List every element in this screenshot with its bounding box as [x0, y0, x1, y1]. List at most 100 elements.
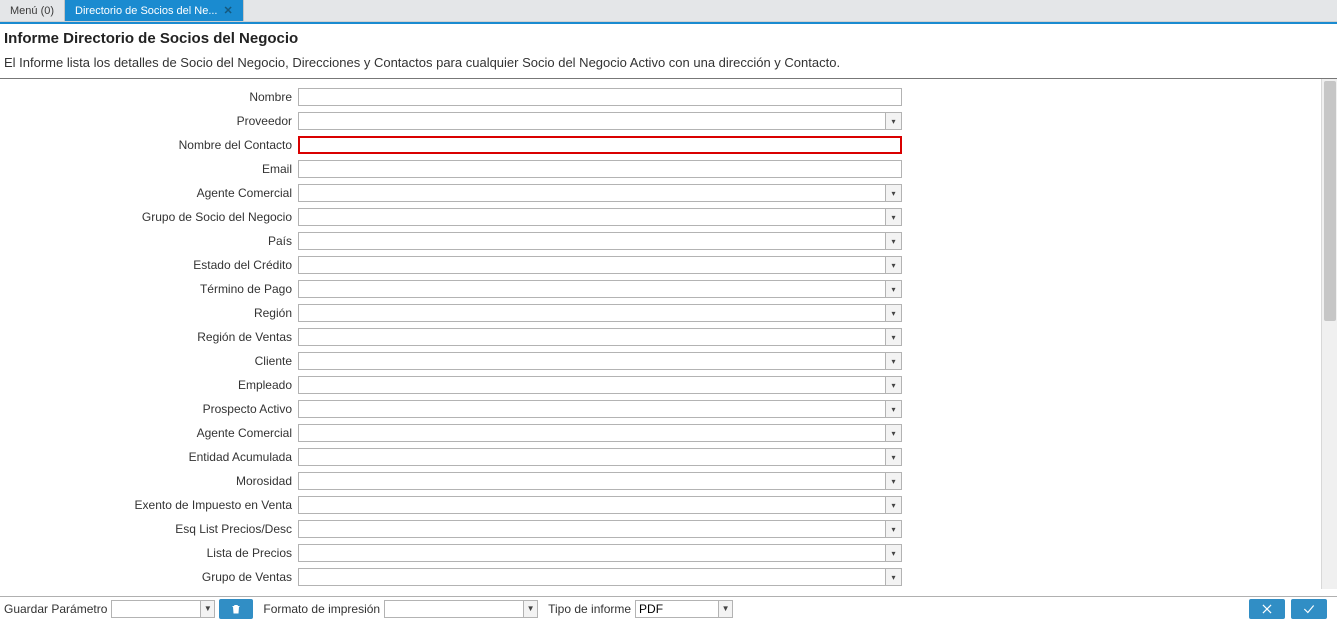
field-dropdown[interactable]: ▾ [298, 376, 902, 394]
field-dropdown[interactable]: ▾ [298, 328, 902, 346]
form-row: Proveedor▾ [0, 109, 1309, 133]
field-label: Morosidad [0, 474, 298, 488]
field-dropdown[interactable]: ▾ [298, 208, 902, 226]
print-format-input[interactable] [384, 600, 524, 618]
chevron-down-icon[interactable]: ▾ [886, 208, 902, 226]
field-input[interactable] [298, 544, 886, 562]
field-label: Nombre [0, 90, 298, 104]
field-input[interactable] [298, 184, 886, 202]
form-row: Estado del Crédito▾ [0, 253, 1309, 277]
chevron-down-icon[interactable]: ▼ [201, 600, 215, 618]
field-dropdown[interactable]: ▾ [298, 256, 902, 274]
field-label: Entidad Acumulada [0, 450, 298, 464]
field-input[interactable] [298, 136, 902, 154]
chevron-down-icon[interactable]: ▾ [886, 304, 902, 322]
chevron-down-icon[interactable]: ▾ [886, 112, 902, 130]
print-format-select[interactable]: ▼ [384, 600, 538, 618]
field-dropdown[interactable]: ▾ [298, 520, 902, 538]
field-dropdown[interactable]: ▾ [298, 232, 902, 250]
form-row: País▾ [0, 229, 1309, 253]
field-label: Email [0, 162, 298, 176]
field-dropdown[interactable]: ▾ [298, 568, 902, 586]
chevron-down-icon[interactable]: ▾ [886, 544, 902, 562]
field-label: Prospecto Activo [0, 402, 298, 416]
chevron-down-icon[interactable]: ▾ [886, 472, 902, 490]
field-input[interactable] [298, 232, 886, 250]
field-text[interactable] [298, 136, 902, 154]
report-type-label: Tipo de informe [548, 602, 631, 616]
chevron-down-icon[interactable]: ▾ [886, 496, 902, 514]
tab-menu-label: Menú (0) [10, 5, 54, 17]
field-input[interactable] [298, 568, 886, 586]
field-dropdown[interactable]: ▾ [298, 112, 902, 130]
field-label: Empleado [0, 378, 298, 392]
form-row: Agente Comercial▾ [0, 421, 1309, 445]
report-type-input[interactable] [635, 600, 719, 618]
chevron-down-icon[interactable]: ▾ [886, 328, 902, 346]
form-row: Empleado ▾ [0, 373, 1309, 397]
close-icon[interactable]: ✕ [223, 4, 232, 17]
chevron-down-icon[interactable]: ▾ [886, 232, 902, 250]
cancel-button[interactable] [1249, 599, 1285, 619]
chevron-down-icon[interactable]: ▾ [886, 400, 902, 418]
field-input[interactable] [298, 520, 886, 538]
form-row: Exento de Impuesto en Venta▾ [0, 493, 1309, 517]
chevron-down-icon[interactable]: ▾ [886, 256, 902, 274]
field-input[interactable] [298, 352, 886, 370]
delete-param-button[interactable] [219, 599, 253, 619]
field-dropdown[interactable]: ▾ [298, 424, 902, 442]
field-dropdown[interactable]: ▾ [298, 400, 902, 418]
field-text[interactable] [298, 160, 902, 178]
field-input[interactable] [298, 376, 886, 394]
field-input[interactable] [298, 328, 886, 346]
scrollbar[interactable] [1321, 79, 1337, 589]
chevron-down-icon[interactable]: ▾ [886, 520, 902, 538]
field-input[interactable] [298, 208, 886, 226]
field-input[interactable] [298, 256, 886, 274]
field-dropdown[interactable]: ▾ [298, 496, 902, 514]
field-input[interactable] [298, 160, 902, 178]
field-dropdown[interactable]: ▾ [298, 448, 902, 466]
field-label: Grupo de Ventas [0, 570, 298, 584]
chevron-down-icon[interactable]: ▾ [886, 352, 902, 370]
chevron-down-icon[interactable]: ▼ [524, 600, 538, 618]
field-label: Región de Ventas [0, 330, 298, 344]
chevron-down-icon[interactable]: ▾ [886, 448, 902, 466]
field-input[interactable] [298, 280, 886, 298]
field-input[interactable] [298, 496, 886, 514]
form-row: Región de Ventas ▾ [0, 325, 1309, 349]
save-param-select[interactable]: ▼ [111, 600, 215, 618]
chevron-down-icon[interactable]: ▾ [886, 280, 902, 298]
field-input[interactable] [298, 304, 886, 322]
field-dropdown[interactable]: ▾ [298, 472, 902, 490]
field-dropdown[interactable]: ▾ [298, 352, 902, 370]
save-param-input[interactable] [111, 600, 201, 618]
check-icon [1302, 602, 1316, 616]
field-dropdown[interactable]: ▾ [298, 184, 902, 202]
header: Informe Directorio de Socios del Negocio… [0, 24, 1337, 78]
chevron-down-icon[interactable]: ▾ [886, 568, 902, 586]
field-input[interactable] [298, 424, 886, 442]
field-input[interactable] [298, 472, 886, 490]
field-dropdown[interactable]: ▾ [298, 280, 902, 298]
form-row: Nombre [0, 85, 1309, 109]
field-text[interactable] [298, 88, 902, 106]
tab-menu[interactable]: Menú (0) [0, 0, 65, 21]
field-label: Esq List Precios/Desc [0, 522, 298, 536]
page-title: Informe Directorio de Socios del Negocio [4, 30, 1333, 47]
field-input[interactable] [298, 112, 886, 130]
field-input[interactable] [298, 88, 902, 106]
field-input[interactable] [298, 400, 886, 418]
save-param-label: Guardar Parámetro [4, 602, 107, 616]
scrollbar-thumb[interactable] [1324, 81, 1336, 321]
field-input[interactable] [298, 448, 886, 466]
chevron-down-icon[interactable]: ▾ [886, 376, 902, 394]
report-type-select[interactable]: ▼ [635, 600, 733, 618]
confirm-button[interactable] [1291, 599, 1327, 619]
field-dropdown[interactable]: ▾ [298, 544, 902, 562]
tab-active[interactable]: Directorio de Socios del Ne... ✕ [65, 0, 244, 21]
field-dropdown[interactable]: ▾ [298, 304, 902, 322]
chevron-down-icon[interactable]: ▼ [719, 600, 733, 618]
chevron-down-icon[interactable]: ▾ [886, 424, 902, 442]
chevron-down-icon[interactable]: ▾ [886, 184, 902, 202]
